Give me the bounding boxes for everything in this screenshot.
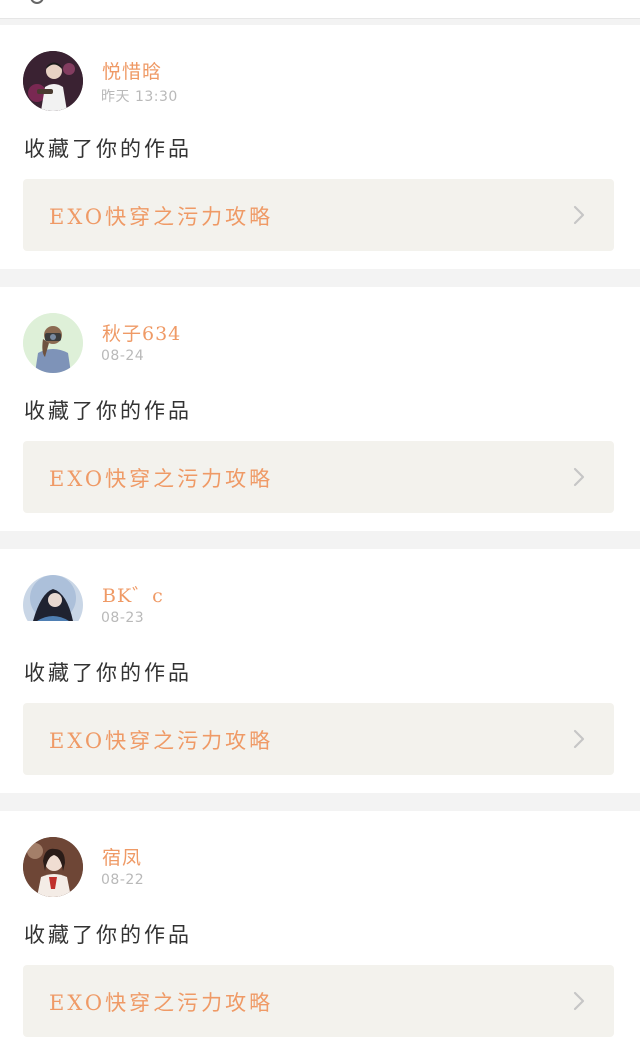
work-title: EXO快穿之污力攻略	[49, 467, 274, 491]
action-text: 收藏了你的作品	[24, 923, 192, 947]
chevron-right-icon	[572, 991, 586, 1011]
top-bar	[0, 0, 640, 19]
chevron-right-icon	[572, 205, 586, 225]
avatar-image-icon	[23, 837, 83, 897]
timestamp: 08-22	[101, 872, 145, 888]
work-title: EXO快穿之污力攻略	[49, 991, 274, 1015]
avatar-image-icon	[23, 575, 83, 635]
work-title: EXO快穿之污力攻略	[49, 205, 274, 229]
avatar[interactable]	[23, 313, 83, 373]
chevron-right-icon	[572, 729, 586, 749]
username[interactable]: 悦惜晗	[102, 57, 162, 84]
work-title: EXO快穿之污力攻略	[49, 729, 274, 753]
username[interactable]: 秋子634	[102, 319, 181, 346]
work-link[interactable]: EXO快穿之污力攻略	[23, 965, 614, 1037]
work-link[interactable]: EXO快穿之污力攻略	[23, 703, 614, 775]
timestamp: 08-24	[101, 348, 145, 364]
chevron-right-icon	[572, 467, 586, 487]
notification-card: 宿凤 08-22 收藏了你的作品 EXO快穿之污力攻略	[0, 811, 640, 1055]
action-text: 收藏了你的作品	[24, 399, 192, 423]
timestamp: 08-23	[101, 610, 145, 626]
avatar[interactable]	[23, 51, 83, 111]
avatar-image-icon	[23, 313, 83, 373]
avatar[interactable]	[23, 837, 83, 897]
action-text: 收藏了你的作品	[24, 661, 192, 685]
action-text: 收藏了你的作品	[24, 137, 192, 161]
work-link[interactable]: EXO快穿之污力攻略	[23, 179, 614, 251]
notification-card: 悦惜晗 昨天 13:30 收藏了你的作品 EXO快穿之污力攻略	[0, 25, 640, 269]
avatar-image-icon	[23, 51, 83, 111]
work-link[interactable]: EXO快穿之污力攻略	[23, 441, 614, 513]
username[interactable]: BK゛c	[102, 581, 164, 608]
username[interactable]: 宿凤	[102, 843, 142, 870]
notification-card: BK゛c 08-23 收藏了你的作品 EXO快穿之污力攻略	[0, 549, 640, 793]
notification-card: 秋子634 08-24 收藏了你的作品 EXO快穿之污力攻略	[0, 287, 640, 531]
timestamp: 昨天 13:30	[101, 89, 178, 105]
avatar[interactable]	[23, 575, 83, 635]
notification-feed: 悦惜晗 昨天 13:30 收藏了你的作品 EXO快穿之污力攻略 秋子634 08…	[0, 25, 640, 1055]
search-icon[interactable]	[30, 0, 44, 4]
